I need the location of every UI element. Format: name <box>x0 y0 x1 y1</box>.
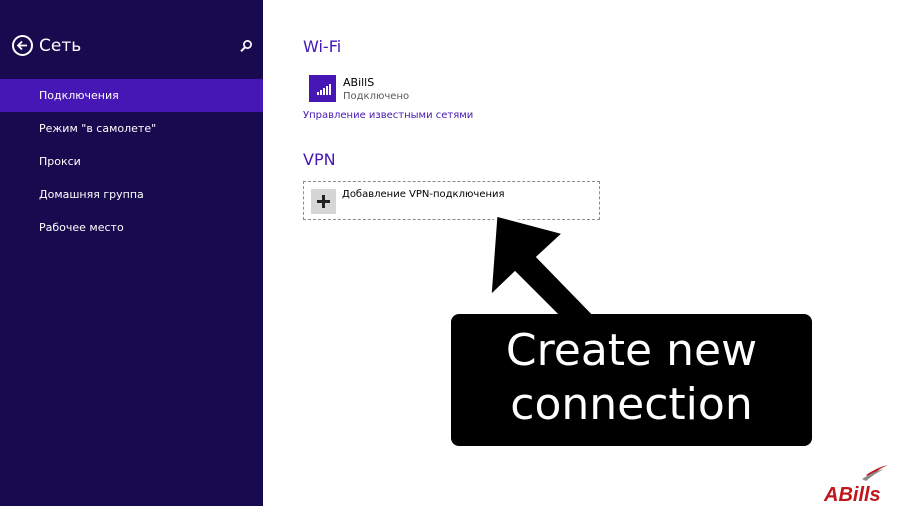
add-vpn-connection-label: Добавление VPN-подключения <box>342 189 505 200</box>
wifi-network-name[interactable]: ABillS <box>343 76 374 89</box>
annotation-line-2: connection <box>510 379 753 430</box>
annotation-line-1: Create new <box>505 325 758 376</box>
search-icon <box>240 40 252 53</box>
plus-icon <box>311 189 336 214</box>
sidebar-item-workplace[interactable]: Рабочее место <box>0 211 263 244</box>
sidebar: Сеть Подключения Режим "в самолете" Прок… <box>0 0 263 506</box>
annotation-callout: Create new connection <box>451 314 812 446</box>
logo-text: ABills <box>823 484 881 505</box>
sidebar-item-connections[interactable]: Подключения <box>0 79 263 112</box>
wifi-network-status: Подключено <box>343 91 410 102</box>
abills-logo: ABills <box>823 465 888 505</box>
vpn-section-title: VPN <box>303 150 336 169</box>
back-arrow-icon <box>16 40 27 51</box>
wifi-network-tile[interactable] <box>309 75 336 102</box>
sidebar-header: Сеть <box>12 35 252 59</box>
sidebar-item-homegroup[interactable]: Домашняя группа <box>0 178 263 211</box>
sidebar-item-proxy[interactable]: Прокси <box>0 145 263 178</box>
back-button[interactable] <box>12 35 33 56</box>
search-button[interactable] <box>239 39 253 53</box>
sidebar-nav: Подключения Режим "в самолете" Прокси До… <box>0 79 263 244</box>
sidebar-item-airplane-mode[interactable]: Режим "в самолете" <box>0 112 263 145</box>
wifi-signal-icon <box>317 84 331 95</box>
page-title: Сеть <box>39 36 82 56</box>
wifi-section-title: Wi-Fi <box>303 37 342 56</box>
manage-known-networks-link[interactable]: Управление известными сетями <box>303 110 473 121</box>
annotation-arrow-icon <box>488 213 602 320</box>
